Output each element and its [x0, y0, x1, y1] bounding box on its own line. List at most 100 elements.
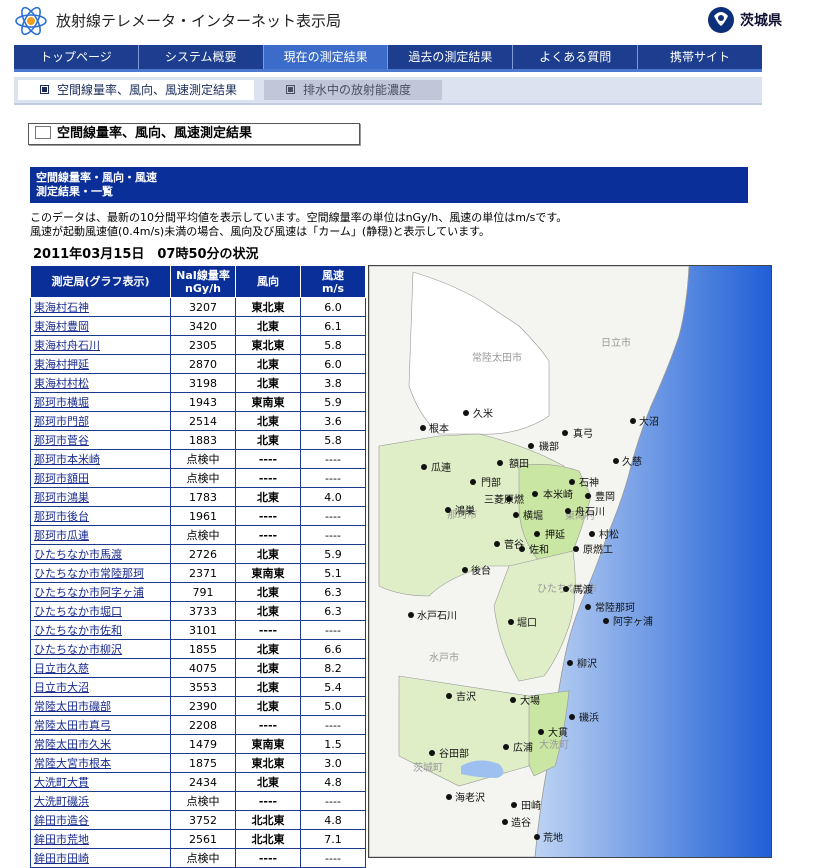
station-link[interactable]: 那珂市後台 — [34, 510, 89, 523]
station-marker[interactable] — [573, 546, 579, 552]
station-marker[interactable] — [562, 430, 568, 436]
station-link[interactable]: 東海村村松 — [34, 377, 89, 390]
station-link[interactable]: ひたちなか市阿字ヶ浦 — [34, 586, 144, 599]
station-link[interactable]: 日立市大沼 — [34, 681, 89, 694]
wind-direction-cell: 北東 — [235, 582, 301, 602]
station-link[interactable]: 常陸太田市磯部 — [34, 700, 111, 713]
sub-tab-air-dose[interactable]: 空間線量率、風向、風速測定結果 — [18, 80, 254, 100]
station-marker[interactable] — [589, 531, 595, 537]
station-link[interactable]: 東海村豊岡 — [34, 320, 89, 333]
station-marker[interactable] — [538, 729, 544, 735]
wind-speed-cell: ---- — [300, 506, 366, 526]
dose-value-cell: 2434 — [170, 772, 236, 792]
station-marker[interactable] — [567, 660, 573, 666]
station-marker[interactable] — [532, 491, 538, 497]
station-link[interactable]: 那珂市本米崎 — [34, 453, 100, 466]
station-link[interactable]: 大洗町大貫 — [34, 776, 89, 789]
station-marker[interactable] — [585, 604, 591, 610]
station-marker[interactable] — [421, 464, 427, 470]
station-marker[interactable] — [565, 508, 571, 514]
station-link[interactable]: 那珂市瓜連 — [34, 529, 89, 542]
station-marker[interactable] — [470, 479, 476, 485]
nav-tab-top[interactable]: トップページ — [14, 45, 139, 69]
station-marker[interactable] — [502, 819, 508, 825]
header-dose: NaI線量率 nGy/h — [170, 265, 236, 298]
station-cell: 大洗町磯浜 — [30, 791, 171, 811]
station-link[interactable]: 那珂市額田 — [34, 472, 89, 485]
wind-direction-cell: 北東 — [235, 354, 301, 374]
station-cell: 東海村豊岡 — [30, 316, 171, 336]
station-marker[interactable] — [494, 541, 500, 547]
station-marker[interactable] — [569, 479, 575, 485]
nav-tab-mobile[interactable]: 携帯サイト — [638, 45, 762, 69]
station-marker[interactable] — [420, 425, 426, 431]
station-link[interactable]: 那珂市門部 — [34, 415, 89, 428]
station-marker[interactable] — [445, 507, 451, 513]
station-marker-label: 海老沢 — [455, 791, 485, 804]
station-marker[interactable] — [508, 619, 514, 625]
station-marker[interactable] — [408, 612, 414, 618]
station-link[interactable]: 東海村石神 — [34, 301, 89, 314]
station-marker-label: 大場 — [520, 694, 540, 707]
station-marker[interactable] — [503, 744, 509, 750]
station-marker[interactable] — [446, 794, 452, 800]
station-marker[interactable] — [534, 531, 540, 537]
station-link[interactable]: 常陸太田市久米 — [34, 738, 111, 751]
station-marker[interactable] — [497, 460, 503, 466]
nav-tab-current-results[interactable]: 現在の測定結果 — [263, 45, 389, 69]
station-marker[interactable] — [585, 493, 591, 499]
station-marker[interactable] — [528, 443, 534, 449]
description-line2: 風速が起動風速値(0.4m/s)未満の場合、風向及び風速は「カーム」(静穏)と表… — [30, 225, 491, 238]
station-cell: 那珂市後台 — [30, 506, 171, 526]
station-link[interactable]: 東海村押延 — [34, 358, 89, 371]
station-link[interactable]: 常陸大宮市根本 — [34, 757, 111, 770]
station-link[interactable]: 鉾田市造谷 — [34, 814, 89, 827]
station-link[interactable]: ひたちなか市堀口 — [34, 605, 122, 618]
station-marker[interactable] — [446, 693, 452, 699]
station-cell: 那珂市菅谷 — [30, 430, 171, 450]
main-nav: トップページ システム概要 現在の測定結果 過去の測定結果 よくある質問 携帯サ… — [14, 45, 762, 72]
station-link[interactable]: ひたちなか市馬渡 — [34, 548, 122, 561]
station-cell: 那珂市鴻巣 — [30, 487, 171, 507]
table-row: 那珂市横堀 1943 東南東 5.9 — [30, 392, 366, 412]
nav-tab-system[interactable]: システム概要 — [139, 45, 264, 69]
wind-speed-cell: 7.1 — [300, 829, 366, 849]
station-link[interactable]: ひたちなか市柳沢 — [34, 643, 122, 656]
dose-value-cell: 3198 — [170, 373, 236, 393]
station-cell: 那珂市門部 — [30, 411, 171, 431]
station-marker[interactable] — [463, 410, 469, 416]
station-cell: 鉾田市造谷 — [30, 810, 171, 830]
station-link[interactable]: ひたちなか市佐和 — [34, 624, 122, 637]
station-link[interactable]: 鉾田市田崎 — [34, 852, 89, 865]
station-marker[interactable] — [569, 714, 575, 720]
nav-tab-faq[interactable]: よくある質問 — [513, 45, 639, 69]
station-marker[interactable] — [534, 834, 540, 840]
station-marker[interactable] — [630, 418, 636, 424]
station-marker[interactable] — [563, 586, 569, 592]
nav-tab-past-results[interactable]: 過去の測定結果 — [388, 45, 514, 69]
wind-direction-cell: 北東 — [235, 487, 301, 507]
station-link[interactable]: 常陸太田市真弓 — [34, 719, 111, 732]
station-link[interactable]: 那珂市菅谷 — [34, 434, 89, 447]
station-marker[interactable] — [603, 618, 609, 624]
station-marker[interactable] — [511, 802, 517, 808]
table-row: 東海村押延 2870 北東 6.0 — [30, 354, 366, 374]
station-marker-label: 吉沢 — [456, 690, 476, 703]
area-label: 常陸太田市 — [472, 351, 522, 364]
station-cell: 日立市久慈 — [30, 658, 171, 678]
station-link[interactable]: 那珂市鴻巣 — [34, 491, 89, 504]
wind-direction-cell: 北東 — [235, 430, 301, 450]
station-marker[interactable] — [429, 750, 435, 756]
station-link[interactable]: 東海村舟石川 — [34, 339, 100, 352]
station-link[interactable]: 那珂市横堀 — [34, 396, 89, 409]
station-link[interactable]: ひたちなか市常陸那珂 — [34, 567, 144, 580]
station-link[interactable]: 大洗町磯浜 — [34, 795, 89, 808]
sub-tab-drainage[interactable]: 排水中の放射能濃度 — [264, 80, 442, 100]
station-link[interactable]: 鉾田市荒地 — [34, 833, 89, 846]
station-marker[interactable] — [513, 512, 519, 518]
station-marker[interactable] — [462, 567, 468, 573]
station-link[interactable]: 日立市久慈 — [34, 662, 89, 675]
station-marker[interactable] — [510, 697, 516, 703]
station-marker[interactable] — [519, 546, 525, 552]
station-marker[interactable] — [613, 458, 619, 464]
